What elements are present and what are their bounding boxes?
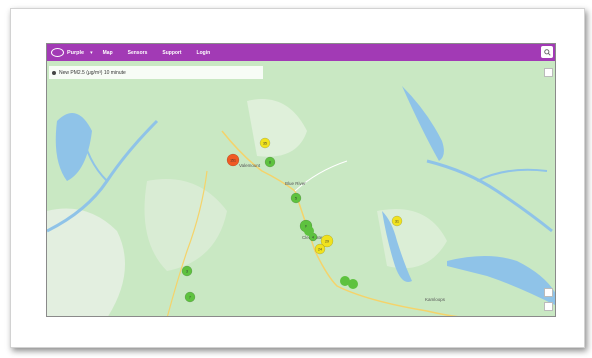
main-nav: Map Sensors Support Login [103,50,226,56]
sensor-value: 3 [186,270,188,274]
sensor-value: 8 [269,161,271,165]
map-label: Valemount [239,163,261,168]
zoom-out-button[interactable] [544,302,553,311]
map-label: Blue River [285,181,306,186]
sensor-value: 29 [325,240,329,244]
sensor-value: 24 [318,248,322,252]
pin-icon [52,70,56,75]
sensor-marker[interactable] [340,276,350,286]
search-icon [543,48,551,56]
brand-name: Purple [67,49,85,56]
nav-item-support[interactable]: Support [162,50,181,56]
sensor-value: 7 [189,296,191,300]
header-bar: Purple ▾ Map Sensors Support Login [47,44,555,61]
logo-icon [51,48,64,57]
sensor-value: 4 [312,236,314,240]
nav-item-login[interactable]: Login [197,50,211,56]
map-label: Kamloops [425,297,446,302]
data-layer-status[interactable]: New PM2.5 (μg/m³) 10 minute [49,66,263,79]
status-text: New PM2.5 (μg/m³) 10 minute [59,69,126,76]
browser-screen: Valemount Blue River Clearwater Kamloops… [46,43,556,317]
sensor-value: 31 [395,220,399,224]
sensor-value: 5 [295,197,297,201]
chevron-down-icon[interactable]: ▾ [90,50,93,56]
zoom-in-button[interactable] [544,288,553,297]
fullscreen-button[interactable] [544,68,553,77]
search-button[interactable] [541,46,553,58]
sensor-value: 151 [230,159,236,163]
logo[interactable]: Purple [51,44,84,61]
sensor-value: 35 [263,142,267,146]
nav-item-map[interactable]: Map [103,50,113,56]
nav-item-sensors[interactable]: Sensors [128,50,148,56]
map-canvas[interactable]: Valemount Blue River Clearwater Kamloops… [47,61,556,317]
sensor-marker[interactable] [304,226,314,236]
